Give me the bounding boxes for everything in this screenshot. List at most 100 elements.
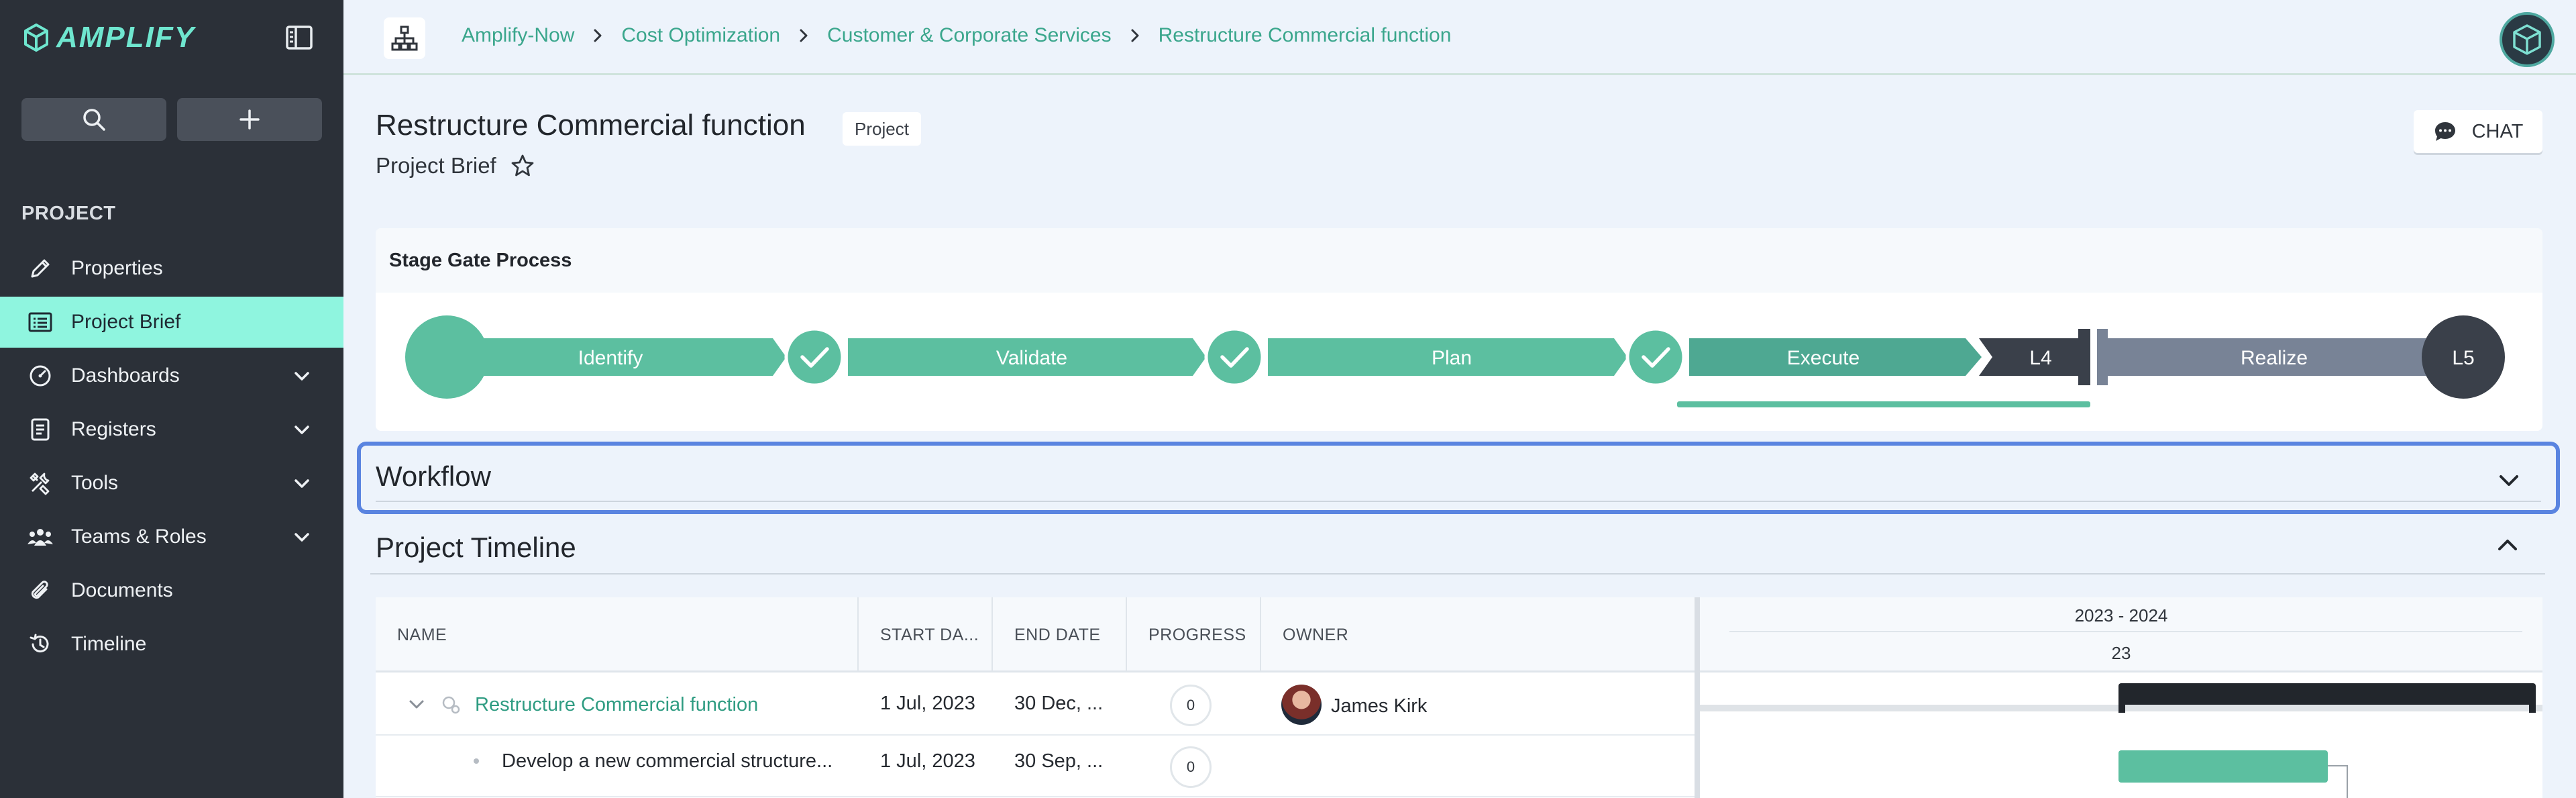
chevron-right-icon — [1131, 29, 1139, 42]
column-divider[interactable] — [857, 597, 859, 672]
gate-check-2[interactable] — [1204, 327, 1265, 387]
chevron-down-icon[interactable] — [407, 694, 427, 714]
gantt-year-range: 2023 - 2024 — [2074, 605, 2168, 626]
sidebar-item-properties[interactable]: Properties — [0, 243, 343, 294]
column-header-progress[interactable]: PROGRESS — [1148, 626, 1246, 645]
sidebar-item-label: Dashboards — [71, 364, 180, 387]
cube-avatar-icon — [2513, 24, 2541, 55]
breadcrumb-item-current[interactable]: Restructure Commercial function — [1159, 24, 1452, 47]
column-header-name[interactable]: NAME — [397, 626, 447, 645]
brief-icon — [27, 309, 54, 336]
cube-logo-icon — [24, 23, 48, 52]
sidebar-item-documents[interactable]: Documents — [0, 565, 343, 616]
gantt-summary-bar[interactable] — [2118, 683, 2536, 705]
dashboard-icon — [27, 362, 54, 389]
table-row[interactable]: Develop a new commercial structure... 1 … — [376, 736, 1695, 797]
gantt-chart: 2023 - 2024 23 — [1695, 597, 2542, 798]
sidebar-item-dashboards[interactable]: Dashboards — [0, 350, 343, 401]
stage-realize[interactable]: Realize — [2097, 329, 2458, 385]
pencil-icon — [27, 255, 54, 282]
hierarchy-button[interactable] — [384, 17, 425, 59]
breadcrumb-item[interactable]: Customer & Corporate Services — [827, 24, 1112, 47]
gantt-dependency-line — [2328, 765, 2348, 766]
stage-validate[interactable]: Validate — [848, 338, 1206, 376]
sidebar-item-label: Registers — [71, 418, 156, 440]
chevron-right-icon — [800, 29, 808, 42]
sidebar-item-teams-roles[interactable]: Teams & Roles — [0, 511, 343, 562]
owner-avatar — [1281, 685, 1322, 725]
timeline-table: NAME START DA... END DATE PROGRESS OWNER… — [376, 597, 1695, 798]
page-subtitle: Project Brief — [376, 153, 535, 179]
chevron-right-icon — [594, 29, 602, 42]
workflow-accordion[interactable]: Workflow — [357, 442, 2560, 514]
sidebar-item-timeline[interactable]: Timeline — [0, 619, 343, 670]
paperclip-icon — [27, 577, 54, 604]
sidebar-item-label: Properties — [71, 257, 163, 279]
sidebar-section-label: PROJECT — [21, 203, 116, 224]
row-start-date: 1 Jul, 2023 — [880, 750, 975, 772]
column-header-start[interactable]: START DA... — [880, 626, 979, 645]
column-divider[interactable] — [1260, 597, 1261, 672]
gantt-task-bar[interactable] — [2118, 750, 2328, 783]
chevron-up-icon[interactable] — [2494, 532, 2521, 558]
breadcrumb-item[interactable]: Cost Optimization — [621, 24, 780, 47]
sidebar-item-registers[interactable]: Registers — [0, 404, 343, 455]
row-owner: James Kirk — [1331, 695, 1428, 717]
stage-label: Validate — [996, 347, 1067, 369]
gate-check-1[interactable] — [784, 327, 845, 387]
row-name-link[interactable]: Restructure Commercial function — [475, 694, 758, 716]
sidebar-item-tools[interactable]: Tools — [0, 458, 343, 509]
table-row[interactable]: Restructure Commercial function 1 Jul, 2… — [376, 674, 1695, 736]
sidebar-item-project-brief[interactable]: Project Brief — [0, 297, 343, 348]
row-end-date: 30 Sep, ... — [1014, 750, 1104, 772]
gate-label: L5 — [2452, 347, 2474, 369]
teams-icon — [27, 523, 54, 550]
search-button[interactable] — [21, 98, 166, 141]
gate-l5[interactable]: L5 — [2422, 315, 2505, 399]
current-stage-indicator — [1677, 401, 2090, 407]
tools-icon — [27, 470, 54, 497]
gate-check-3[interactable] — [1625, 327, 1686, 387]
progress-indicator: 0 — [1170, 685, 1212, 726]
column-header-owner[interactable]: OWNER — [1283, 626, 1348, 645]
add-button[interactable] — [177, 98, 322, 141]
sidebar-item-label: Project Brief — [71, 311, 181, 333]
gate-l4[interactable]: L4 — [1979, 329, 2090, 385]
chevron-down-icon[interactable] — [2496, 467, 2522, 494]
project-node-icon — [442, 696, 460, 714]
breadcrumb-item[interactable]: Amplify-Now — [462, 24, 574, 47]
user-avatar[interactable] — [2500, 12, 2555, 67]
gantt-summary-cap — [2118, 698, 2125, 713]
sidebar-item-label: Documents — [71, 579, 173, 601]
search-icon — [83, 109, 105, 131]
sidebar-item-label: Tools — [71, 472, 119, 494]
top-bar: Amplify-Now Cost Optimization Customer &… — [343, 0, 2576, 75]
stage-gate-diagram: Identify Validate Plan Execute L4 Realiz… — [405, 315, 2505, 407]
stage-identify[interactable]: Identify — [405, 315, 786, 399]
chat-label: CHAT — [2471, 120, 2524, 142]
column-divider[interactable] — [991, 597, 993, 672]
chat-button[interactable]: CHAT — [2414, 110, 2542, 153]
stage-plan[interactable]: Plan — [1268, 338, 1627, 376]
column-header-end[interactable]: END DATE — [1014, 626, 1101, 645]
breadcrumb: Amplify-Now Cost Optimization Customer &… — [462, 24, 1451, 47]
stage-label: Plan — [1432, 347, 1472, 369]
stage-label: Execute — [1787, 347, 1860, 369]
history-icon — [27, 631, 54, 658]
sidebar-toggle-button[interactable] — [284, 23, 314, 52]
gantt-summary-cap — [2529, 698, 2536, 713]
chat-icon — [2434, 122, 2455, 141]
sidebar: AMPLIFY PROJECT Properties Project Brief… — [0, 0, 343, 798]
subtitle-text: Project Brief — [376, 153, 496, 178]
progress-indicator: 0 — [1170, 746, 1212, 788]
row-end-date: 30 Dec, ... — [1014, 693, 1104, 714]
app-logo[interactable]: AMPLIFY — [23, 19, 195, 56]
row-name[interactable]: Develop a new commercial structure... — [502, 750, 833, 772]
chevron-down-icon — [294, 533, 309, 542]
table-header: NAME START DA... END DATE PROGRESS OWNER — [376, 597, 1695, 672]
hierarchy-icon — [391, 26, 418, 51]
star-icon[interactable] — [510, 153, 535, 179]
stage-gate-header: Stage Gate Process — [376, 228, 2542, 293]
column-divider[interactable] — [1126, 597, 1127, 672]
timeline-title: Project Timeline — [376, 532, 576, 563]
